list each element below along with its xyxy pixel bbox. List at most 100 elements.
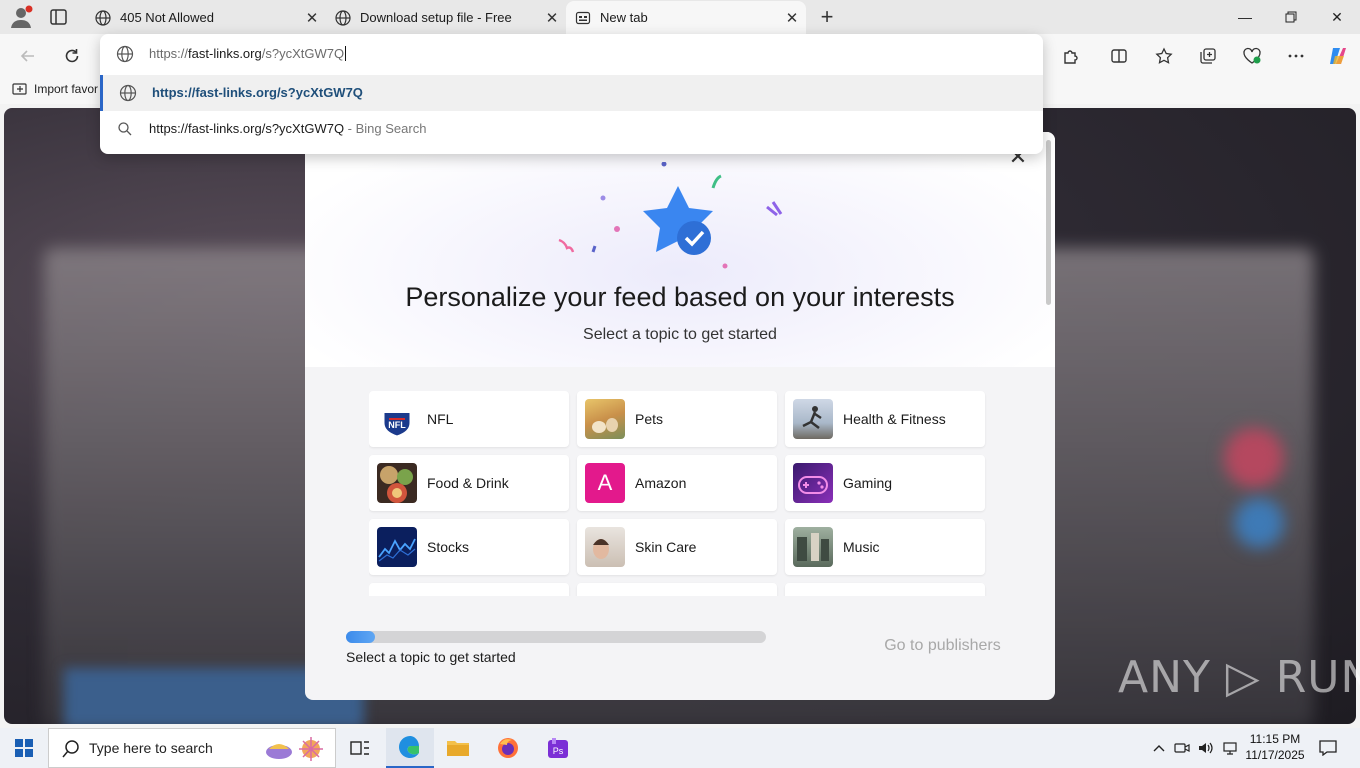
windows-taskbar: Type here to search Ps 11:15 PM 11/17/20…: [0, 728, 1360, 768]
gaming-image-icon: [793, 463, 833, 503]
personalize-feed-dialog: ✕ Personalize your feed based on your in…: [305, 132, 1055, 700]
close-window-icon[interactable]: ✕: [1314, 0, 1360, 34]
windows-start-icon[interactable]: [0, 728, 48, 768]
svg-text:Ps: Ps: [553, 746, 564, 756]
minimize-icon[interactable]: —: [1222, 0, 1268, 34]
close-tab-icon[interactable]: ✕: [298, 4, 326, 32]
app-purple-icon[interactable]: Ps: [534, 728, 582, 768]
more-options-icon[interactable]: [1282, 42, 1310, 70]
dialog-title: Personalize your feed based on your inte…: [405, 282, 955, 312]
tab-new-tab[interactable]: New tab ✕: [566, 1, 806, 34]
topic-pets[interactable]: Pets: [577, 391, 777, 447]
notifications-icon[interactable]: [1316, 728, 1340, 768]
selection-progress-bar: [346, 631, 766, 643]
topic-label: Skin Care: [635, 539, 697, 555]
edge-taskbar-icon[interactable]: [386, 728, 434, 768]
topic-music[interactable]: Music: [785, 519, 985, 575]
dialog-scrollbar[interactable]: [1046, 140, 1051, 305]
blurred-content: [1224, 428, 1284, 488]
progress-label: Select a topic to get started: [346, 649, 516, 665]
topic-partial[interactable]: [785, 583, 985, 596]
split-screen-icon[interactable]: [1105, 42, 1133, 70]
taskbar-search-box[interactable]: Type here to search: [48, 728, 336, 768]
url-path: /s?ycXtGW7Q: [261, 46, 345, 61]
import-favorites-link[interactable]: Import favor: [12, 82, 102, 96]
new-tab-button[interactable]: +: [814, 4, 840, 30]
amazon-logo-icon: A: [585, 463, 625, 503]
extensions-icon[interactable]: [1057, 42, 1085, 70]
tab-download-setup[interactable]: Download setup file - Free ✕: [326, 1, 566, 34]
tab-405-not-allowed[interactable]: 405 Not Allowed ✕: [86, 1, 326, 34]
globe-icon: [94, 9, 112, 27]
restore-icon[interactable]: [1268, 0, 1314, 34]
skincare-image-icon: [585, 527, 625, 567]
progress-fill: [346, 631, 376, 643]
volume-icon[interactable]: [1196, 728, 1216, 768]
task-view-icon[interactable]: [336, 728, 384, 768]
go-to-publishers-button[interactable]: Go to publishers: [870, 628, 1015, 664]
suggestion-url[interactable]: https://fast-links.org/s?ycXtGW7Q: [100, 75, 1043, 111]
topic-amazon[interactable]: A Amazon: [577, 455, 777, 511]
topic-gaming[interactable]: Gaming: [785, 455, 985, 511]
dialog-subtitle: Select a topic to get started: [583, 326, 777, 343]
topic-nfl[interactable]: NFL NFL: [369, 391, 569, 447]
anyrun-watermark: ANY ▷ RUN: [1118, 652, 1360, 703]
url-host: fast-links.org: [188, 46, 262, 61]
clock-time: 11:15 PM: [1249, 732, 1301, 746]
import-icon: [12, 82, 28, 96]
file-explorer-icon[interactable]: [434, 728, 482, 768]
meet-now-icon[interactable]: [1172, 728, 1192, 768]
topic-partial[interactable]: [369, 583, 569, 596]
address-bar-dropdown: https://fast-links.org/s?ycXtGW7Q https:…: [100, 34, 1043, 154]
firefox-icon[interactable]: [484, 728, 532, 768]
topic-skin-care[interactable]: Skin Care: [577, 519, 777, 575]
profile-avatar-icon[interactable]: [8, 5, 34, 29]
topic-label: Gaming: [843, 475, 893, 491]
show-hidden-icons-icon[interactable]: [1150, 728, 1168, 768]
url-scheme: https://: [149, 46, 189, 61]
refresh-icon[interactable]: [58, 42, 86, 70]
suggestion-query: https://fast-links.org/s?ycXtGW7Q: [149, 121, 345, 136]
topic-health-fitness[interactable]: Health & Fitness: [785, 391, 985, 447]
browser-essentials-icon[interactable]: [1238, 42, 1266, 70]
topic-label: Health & Fitness: [843, 411, 946, 427]
address-bar-input[interactable]: https://fast-links.org/s?ycXtGW7Q: [100, 34, 1043, 74]
nfl-logo-icon: NFL: [377, 399, 417, 439]
search-icon: [116, 120, 134, 138]
suggestion-source: - Bing Search: [344, 121, 427, 136]
tab-label: Download setup file - Free: [360, 10, 512, 25]
collections-icon[interactable]: [1194, 42, 1222, 70]
globe-icon: [119, 84, 137, 102]
tab-label: 405 Not Allowed: [120, 10, 214, 25]
close-tab-icon[interactable]: ✕: [778, 4, 806, 32]
back-icon[interactable]: [14, 42, 42, 70]
tab-label: New tab: [600, 10, 648, 25]
suggestion-text: https://fast-links.org/s?ycXtGW7Q: [152, 85, 363, 100]
globe-icon: [334, 9, 352, 27]
topic-grid: NFL NFL Pets Health & Fitness Food & Dri…: [369, 391, 989, 596]
tab-actions-icon[interactable]: [48, 7, 70, 27]
fitness-image-icon: [793, 399, 833, 439]
confetti-icon: [558, 162, 783, 269]
system-clock[interactable]: 11:15 PM 11/17/2025: [1240, 731, 1310, 763]
suggestion-text: https://fast-links.org/s?ycXtGW7Q - Bing…: [149, 121, 426, 136]
topic-label: NFL: [427, 411, 454, 427]
topic-stocks[interactable]: Stocks: [369, 519, 569, 575]
amazon-logo-letter: A: [597, 470, 613, 495]
suggestion-bing-search[interactable]: https://fast-links.org/s?ycXtGW7Q - Bing…: [100, 111, 1043, 147]
topic-partial[interactable]: [577, 583, 777, 596]
topic-food-drink[interactable]: Food & Drink: [369, 455, 569, 511]
topic-label: Amazon: [635, 475, 687, 491]
clock-date: 11/17/2025: [1245, 748, 1305, 762]
food-image-icon: [377, 463, 417, 503]
favorites-icon[interactable]: [1150, 42, 1178, 70]
search-highlight-icon: [263, 735, 329, 768]
tab-strip: 405 Not Allowed ✕ Download setup file - …: [0, 0, 1360, 34]
pets-image-icon: [585, 399, 625, 439]
network-icon[interactable]: [1220, 728, 1240, 768]
close-tab-icon[interactable]: ✕: [538, 4, 566, 32]
copilot-icon[interactable]: [1324, 42, 1352, 70]
blurred-content: [1234, 498, 1284, 548]
text-caret: [345, 46, 347, 61]
search-icon: [61, 739, 81, 764]
